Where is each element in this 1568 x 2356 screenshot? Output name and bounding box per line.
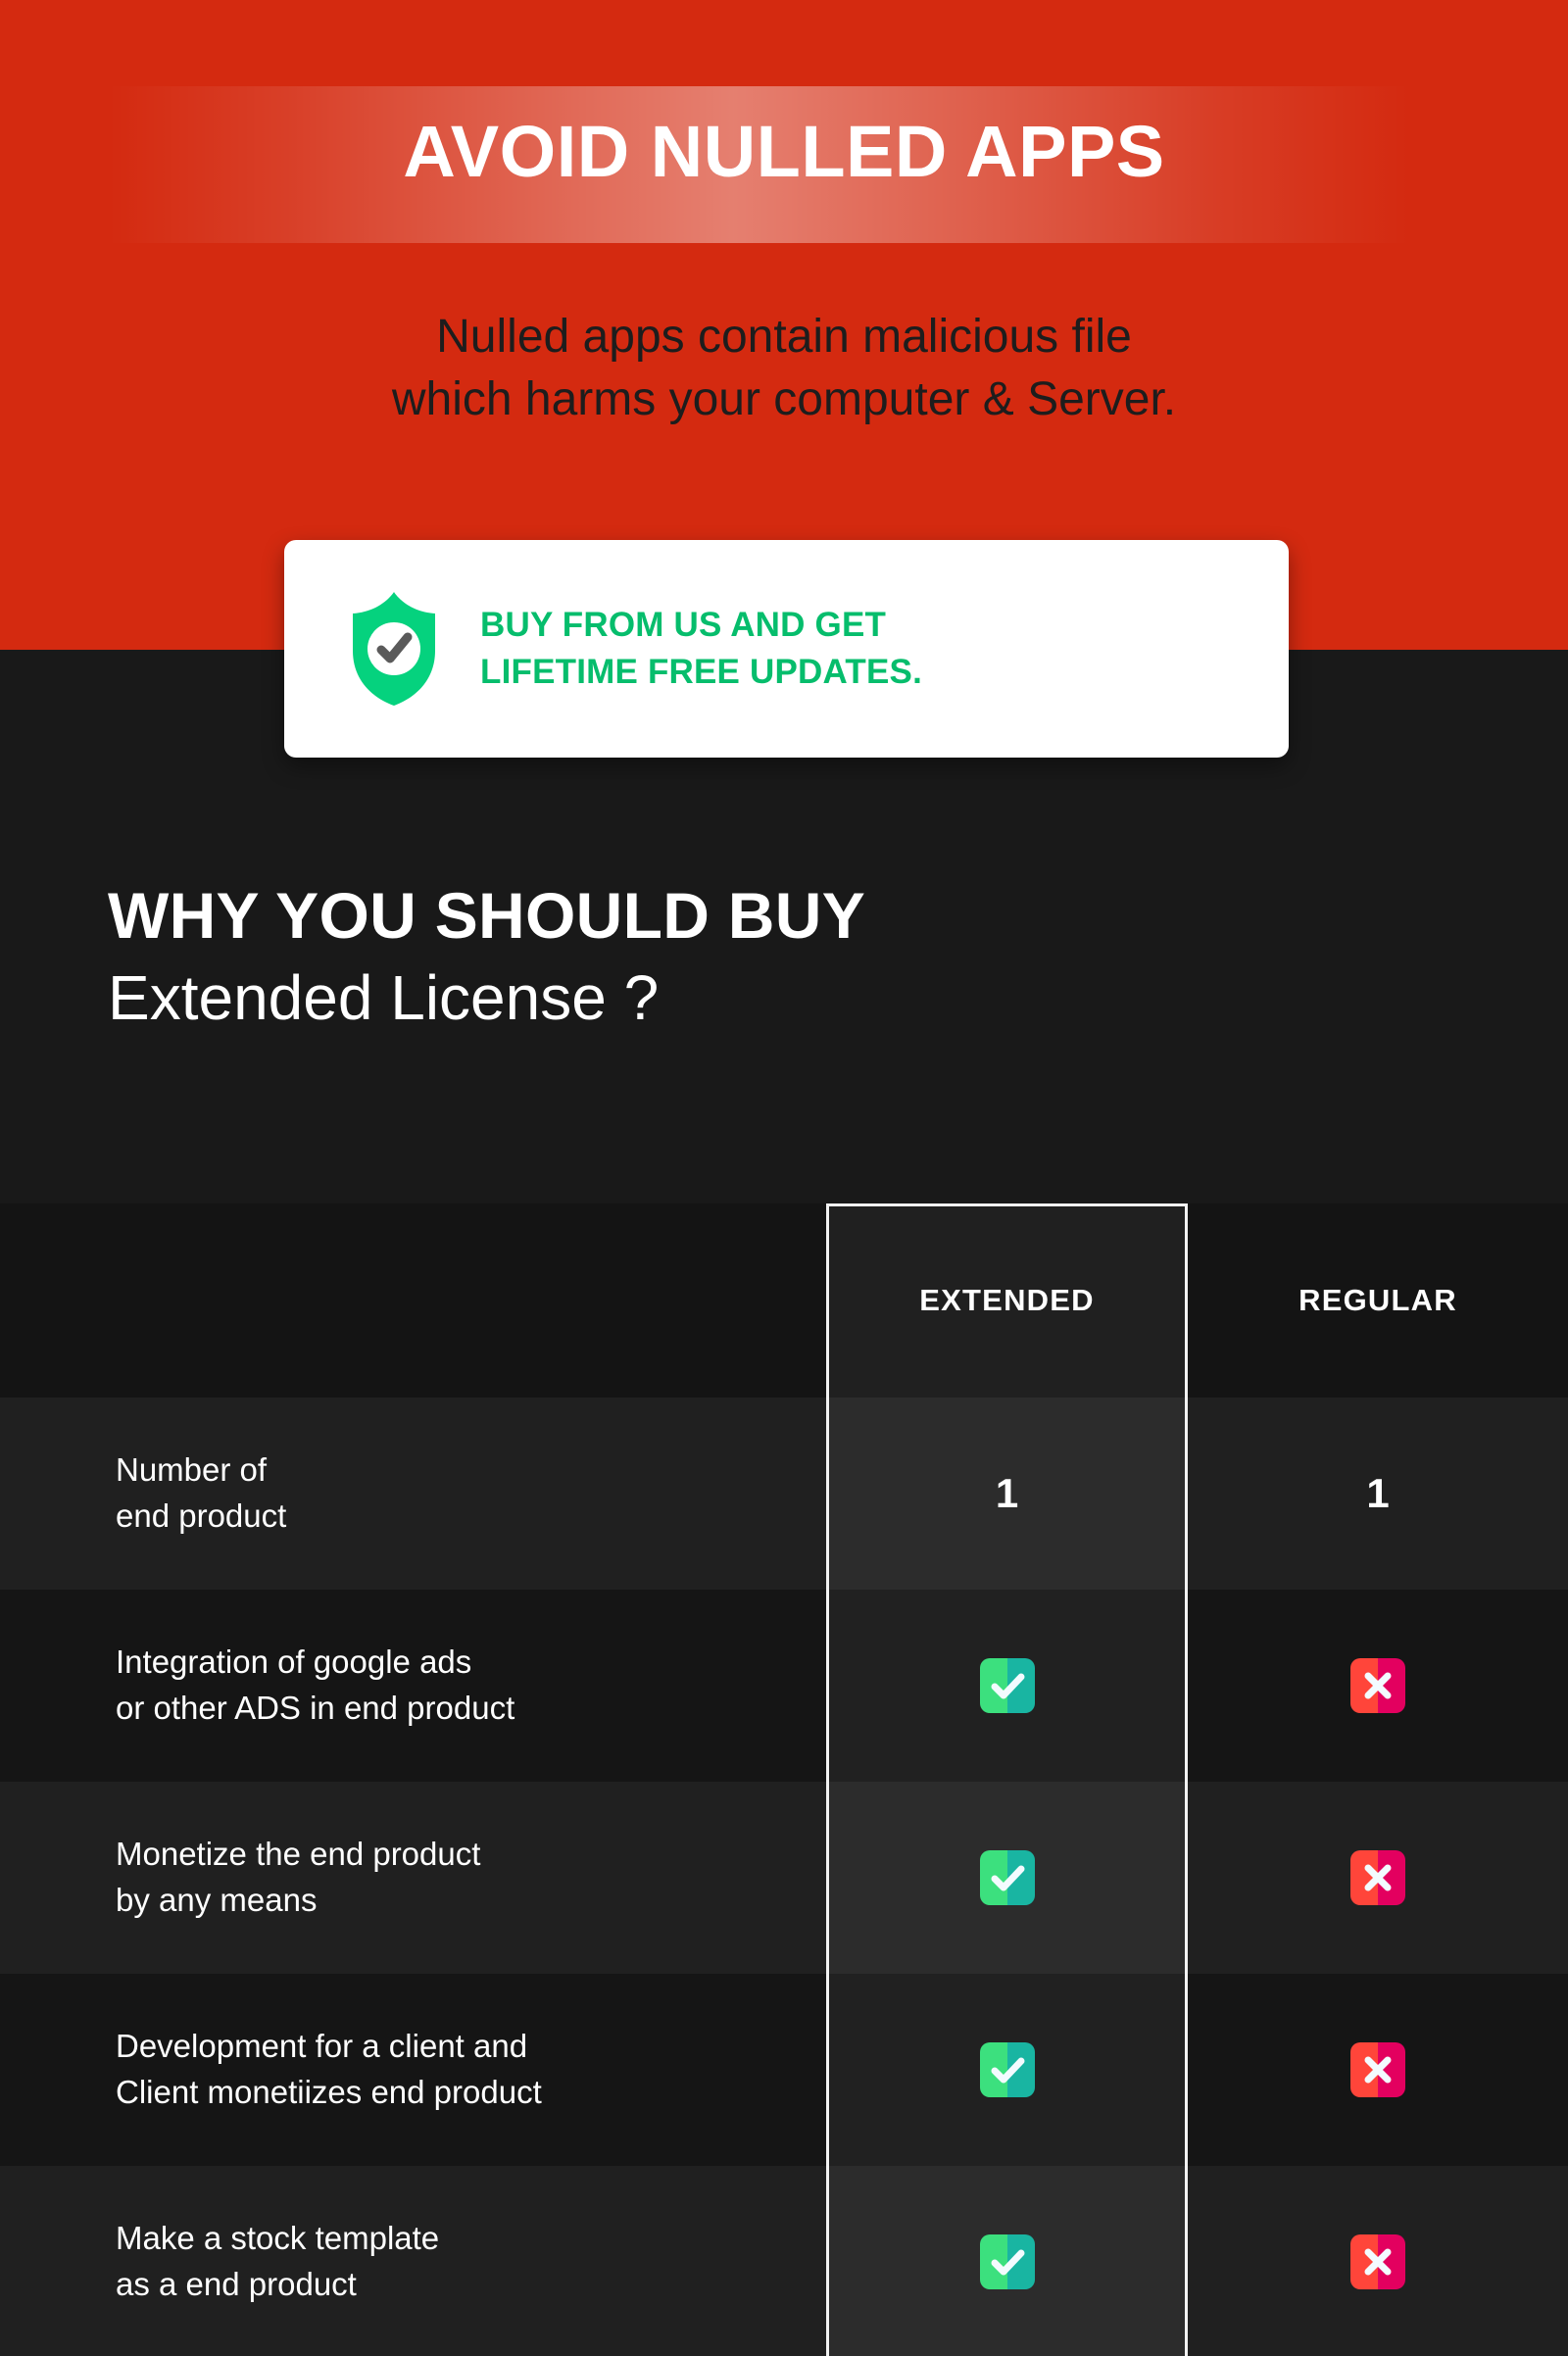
table-header-row: EXTENDED REGULAR [0,1203,1568,1398]
cell-regular [1188,2166,1568,2356]
check-icon [979,1850,1035,1905]
feature-label-line-1: Make a stock template [116,2220,440,2257]
feature-label-line-2: Client monetiizes end product [116,2074,542,2110]
cell-regular: 1 [1188,1398,1568,1590]
check-icon [979,1658,1035,1713]
cell-regular [1188,1974,1568,2166]
license-comparison-table: EXTENDED REGULAR Number of end product 1… [0,1203,1568,2356]
cross-icon [1350,2042,1405,2097]
callout-line-1: BUY FROM US AND GET [480,605,887,644]
feature-label-line-2: by any means [116,1882,318,1918]
feature-label-line-1: Integration of google ads [116,1644,472,1681]
header-cell-extended: EXTENDED [826,1203,1188,1398]
table-row: Make a stock template as a end product [0,2166,1568,2356]
cross-icon [1350,1850,1405,1905]
feature-label: Make a stock template as a end product [0,2216,826,2308]
cell-extended [826,2166,1188,2356]
hero-subtitle-line-1: Nulled apps contain malicious file [436,311,1132,363]
section-heading-line-2: Extended License ? [108,962,660,1034]
shield-check-icon [345,590,443,708]
infographic-page: AVOID NULLED APPS Nulled apps contain ma… [0,0,1568,2356]
column-label-extended: EXTENDED [919,1283,1095,1317]
cell-regular [1188,1590,1568,1782]
table-row: Integration of google ads or other ADS i… [0,1590,1568,1782]
extended-value: 1 [995,1470,1019,1516]
column-label-regular: REGULAR [1298,1283,1457,1317]
feature-label: Number of end product [0,1448,826,1540]
callout-line-2: LIFETIME FREE UPDATES. [480,653,922,691]
cross-icon [1350,1658,1405,1713]
check-icon [979,2234,1035,2289]
check-icon [979,2042,1035,2097]
feature-label-line-1: Number of [116,1451,268,1489]
cell-extended [826,1590,1188,1782]
feature-label-line-1: Development for a client and [116,2028,528,2065]
page-title: AVOID NULLED APPS [403,111,1165,192]
cell-extended [826,1974,1188,2166]
feature-label: Development for a client and Client mone… [0,2024,826,2116]
cell-regular [1188,1782,1568,1974]
section-heading-line-1: WHY YOU SHOULD BUY [108,879,866,952]
callout-text: BUY FROM US AND GET LIFETIME FREE UPDATE… [480,602,922,697]
feature-label-line-2: as a end product [116,2266,357,2302]
section-heading: WHY YOU SHOULD BUY Extended License ? [108,879,1284,1034]
header-cell-regular: REGULAR [1188,1203,1568,1398]
cell-extended [826,1782,1188,1974]
feature-label: Integration of google ads or other ADS i… [0,1640,826,1732]
feature-label-line-1: Monetize the end product [116,1836,481,1873]
cell-extended: 1 [826,1398,1188,1590]
lifetime-updates-callout-card: BUY FROM US AND GET LIFETIME FREE UPDATE… [284,540,1289,758]
table-row: Number of end product 1 1 [0,1398,1568,1590]
regular-value: 1 [1366,1470,1390,1516]
feature-label-line-2: end product [116,1497,287,1534]
table-row: Development for a client and Client mone… [0,1974,1568,2166]
feature-label: Monetize the end product by any means [0,1832,826,1924]
cross-icon [1350,2234,1405,2289]
hero-subtitle-line-2: which harms your computer & Server. [391,373,1177,426]
hero-subtitle: Nulled apps contain malicious file which… [0,306,1568,432]
feature-label-line-2: or other ADS in end product [116,1690,515,1726]
table-row: Monetize the end product by any means [0,1782,1568,1974]
